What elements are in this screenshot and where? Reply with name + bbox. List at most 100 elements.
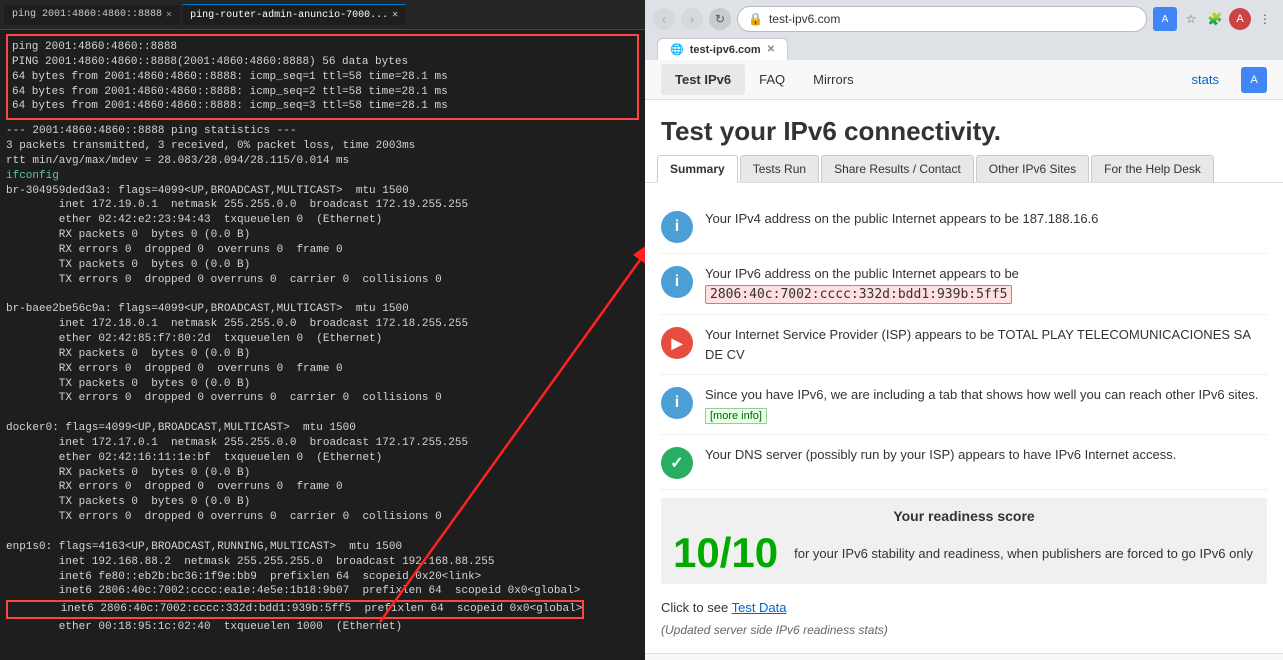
reload-button[interactable]: ↻ bbox=[709, 8, 731, 30]
ifc-line-4: RX packets 0 bytes 0 (0.0 B) bbox=[6, 228, 639, 243]
readiness-score-row: 10/10 for your IPv6 stability and readin… bbox=[673, 532, 1255, 574]
nav-stats[interactable]: stats bbox=[1178, 64, 1233, 95]
translate-site-icon[interactable]: A bbox=[1241, 67, 1267, 93]
translate-icon[interactable]: A bbox=[1153, 7, 1177, 31]
ifc-line-2: inet 172.19.0.1 netmask 255.255.0.0 broa… bbox=[6, 198, 639, 213]
terminal-tab-active-label: ping-router-admin-anuncio-7000... bbox=[190, 10, 388, 21]
isp-info-icon: ▶ bbox=[661, 327, 693, 359]
tab-summary[interactable]: Summary bbox=[657, 155, 738, 183]
tab-other-ipv6[interactable]: Other IPv6 Sites bbox=[976, 155, 1089, 182]
terminal-tab-active[interactable]: ping-router-admin-anuncio-7000... ✕ bbox=[182, 4, 406, 25]
dns-info-icon: ✓ bbox=[661, 447, 693, 479]
dns-info-row: ✓ Your DNS server (possibly run by your … bbox=[661, 435, 1267, 490]
readiness-score: 10/10 bbox=[673, 532, 778, 574]
ipv6-info-text: Your IPv6 address on the public Internet… bbox=[705, 264, 1267, 304]
address-bar[interactable]: 🔒 test-ipv6.com bbox=[737, 6, 1147, 32]
test-data-link[interactable]: Test Data bbox=[732, 600, 787, 615]
close-icon[interactable]: ✕ bbox=[166, 9, 172, 21]
browser-tabs: 🌐 test-ipv6.com ✕ bbox=[653, 38, 1275, 60]
isp-info-text: Your Internet Service Provider (ISP) app… bbox=[705, 325, 1267, 364]
ifc-highlighted-text: inet6 2806:40c:7002:cccc:332d:bdd1:939b:… bbox=[8, 602, 582, 617]
ifc-line-10: ether 02:42:85:f7:80:2d txqueuelen 0 (Et… bbox=[6, 332, 639, 347]
nav-faq[interactable]: FAQ bbox=[745, 64, 799, 95]
profile-icon[interactable]: A bbox=[1229, 8, 1251, 30]
ipv6-info-icon: i bbox=[661, 266, 693, 298]
bookmark-icon[interactable]: ☆ bbox=[1181, 9, 1201, 29]
tab-share-results[interactable]: Share Results / Contact bbox=[821, 155, 974, 182]
ifc-line-18: RX packets 0 bytes 0 (0.0 B) bbox=[6, 466, 639, 481]
ifc-spacer-2 bbox=[6, 406, 639, 421]
site-footer: This instance (miami.test-ipv6.com) is h… bbox=[645, 653, 1283, 660]
tab-favicon: 🌐 bbox=[670, 43, 684, 56]
ifc-line-24: inet6 fe80::eb2b:bc36:1f9e:bb9 prefixlen… bbox=[6, 570, 639, 585]
highlighted-ipv6-line: inet6 2806:40c:7002:cccc:332d:bdd1:939b:… bbox=[6, 600, 584, 619]
ifc-line-7: TX errors 0 dropped 0 overruns 0 carrier… bbox=[6, 273, 639, 288]
tab-tests-run[interactable]: Tests Run bbox=[740, 155, 819, 182]
ifc-line-20: TX packets 0 bytes 0 (0.0 B) bbox=[6, 495, 639, 510]
ifc-line-13: TX packets 0 bytes 0 (0.0 B) bbox=[6, 377, 639, 392]
dns-info-text: Your DNS server (possibly run by your IS… bbox=[705, 445, 1267, 465]
ifc-spacer-3 bbox=[6, 525, 639, 540]
ipv4-info-icon: i bbox=[661, 211, 693, 243]
menu-icon[interactable]: ⋮ bbox=[1255, 9, 1275, 29]
ipv6-note-icon: i bbox=[661, 387, 693, 419]
ifc-line-11: RX packets 0 bytes 0 (0.0 B) bbox=[6, 347, 639, 362]
ifc-spacer-1 bbox=[6, 288, 639, 303]
close-icon-2[interactable]: ✕ bbox=[392, 9, 398, 21]
ping-line-2: PING 2001:4860:4860::8888(2001:4860:4860… bbox=[12, 55, 633, 70]
ping-line-3: 64 bytes from 2001:4860:4860::8888: icmp… bbox=[12, 70, 633, 85]
ifc-line-8: br-baee2be56c9a: flags=4099<UP,BROADCAST… bbox=[6, 302, 639, 317]
browser-chrome: ‹ › ↻ 🔒 test-ipv6.com A ☆ 🧩 A ⋮ 🌐 test-i… bbox=[645, 0, 1283, 60]
back-button[interactable]: ‹ bbox=[653, 8, 675, 30]
ipv6-info-row: i Your IPv6 address on the public Intern… bbox=[661, 254, 1267, 315]
ifc-line-15: docker0: flags=4099<UP,BROADCAST,MULTICA… bbox=[6, 421, 639, 436]
ifc-line-9: inet 172.18.0.1 netmask 255.255.0.0 broa… bbox=[6, 317, 639, 332]
browser-tab-active[interactable]: 🌐 test-ipv6.com ✕ bbox=[657, 38, 788, 60]
terminal-content: ping 2001:4860:4860::8888 PING 2001:4860… bbox=[0, 30, 645, 632]
ping-line-5: 64 bytes from 2001:4860:4860::8888: icmp… bbox=[12, 99, 633, 114]
terminal-tab-ping[interactable]: ping 2001:4860:4860::8888 ✕ bbox=[4, 5, 180, 25]
site-nav: Test IPv6 FAQ Mirrors stats A bbox=[645, 60, 1283, 100]
ping-line-4: 64 bytes from 2001:4860:4860::8888: icmp… bbox=[12, 85, 633, 100]
readiness-description: for your IPv6 stability and readiness, w… bbox=[794, 546, 1253, 561]
isp-info-row: ▶ Your Internet Service Provider (ISP) a… bbox=[661, 315, 1267, 375]
ipv6-address-highlight: 2806:40c:7002:cccc:332d:bdd1:939b:5ff5 bbox=[705, 285, 1012, 304]
ipv6-note-row: i Since you have IPv6, we are including … bbox=[661, 375, 1267, 435]
content-tab-bar: Summary Tests Run Share Results / Contac… bbox=[645, 155, 1283, 183]
ifc-line-16: inet 172.17.0.1 netmask 255.255.0.0 broa… bbox=[6, 436, 639, 451]
tab-help-desk[interactable]: For the Help Desk bbox=[1091, 155, 1214, 182]
ipv6-prefix-text: Your IPv6 address on the public Internet… bbox=[705, 266, 1019, 281]
ipv6-note-main: Since you have IPv6, we are including a … bbox=[705, 387, 1259, 402]
ifc-line-14: TX errors 0 dropped 0 overruns 0 carrier… bbox=[6, 391, 639, 406]
ipv6-note-text: Since you have IPv6, we are including a … bbox=[705, 385, 1267, 424]
terminal-tab-ping-label: ping 2001:4860:4860::8888 bbox=[12, 9, 162, 20]
ifc-line-5: RX errors 0 dropped 0 overruns 0 frame 0 bbox=[6, 243, 639, 258]
readiness-section: Your readiness score 10/10 for your IPv6… bbox=[661, 498, 1267, 584]
ifconfig-cmd: ifconfig bbox=[6, 169, 639, 184]
page-title: Test your IPv6 connectivity. bbox=[645, 100, 1283, 155]
test-data-prefix: Click to see bbox=[661, 600, 728, 615]
updated-text: (Updated server side IPv6 readiness stat… bbox=[661, 623, 1267, 637]
stats-line-3: rtt min/avg/max/mdev = 28.083/28.094/28.… bbox=[6, 154, 639, 169]
ping-output-box: ping 2001:4860:4860::8888 PING 2001:4860… bbox=[6, 34, 639, 120]
terminal-tab-bar[interactable]: ping 2001:4860:4860::8888 ✕ ping-router-… bbox=[0, 0, 645, 30]
browser-panel: ‹ › ↻ 🔒 test-ipv6.com A ☆ 🧩 A ⋮ 🌐 test-i… bbox=[645, 0, 1283, 660]
extension-icon[interactable]: 🧩 bbox=[1205, 9, 1225, 29]
tab-close-icon[interactable]: ✕ bbox=[767, 44, 775, 55]
ifc-line-19: RX errors 0 dropped 0 overruns 0 frame 0 bbox=[6, 480, 639, 495]
ifc-line-23: inet 192.168.88.2 netmask 255.255.255.0 … bbox=[6, 555, 639, 570]
test-data-line: Click to see Test Data bbox=[661, 592, 1267, 623]
ifc-line-12: RX errors 0 dropped 0 overruns 0 frame 0 bbox=[6, 362, 639, 377]
stats-line-2: 3 packets transmitted, 3 received, 0% pa… bbox=[6, 139, 639, 154]
nav-test-ipv6[interactable]: Test IPv6 bbox=[661, 64, 745, 95]
nav-mirrors[interactable]: Mirrors bbox=[799, 64, 867, 95]
address-text: test-ipv6.com bbox=[769, 12, 840, 26]
ifc-line-25: inet6 2806:40c:7002:cccc:ea1e:4e5e:1b18:… bbox=[6, 584, 639, 599]
ifc-line-21: TX errors 0 dropped 0 overruns 0 carrier… bbox=[6, 510, 639, 525]
ipv4-info-row: i Your IPv4 address on the public Intern… bbox=[661, 199, 1267, 254]
terminal-panel: ping 2001:4860:4860::8888 ✕ ping-router-… bbox=[0, 0, 645, 660]
forward-button[interactable]: › bbox=[681, 8, 703, 30]
main-content-area: i Your IPv4 address on the public Intern… bbox=[645, 183, 1283, 653]
ifc-line-22: enp1s0: flags=4163<UP,BROADCAST,RUNNING,… bbox=[6, 540, 639, 555]
more-info-link[interactable]: [more info] bbox=[705, 408, 767, 424]
